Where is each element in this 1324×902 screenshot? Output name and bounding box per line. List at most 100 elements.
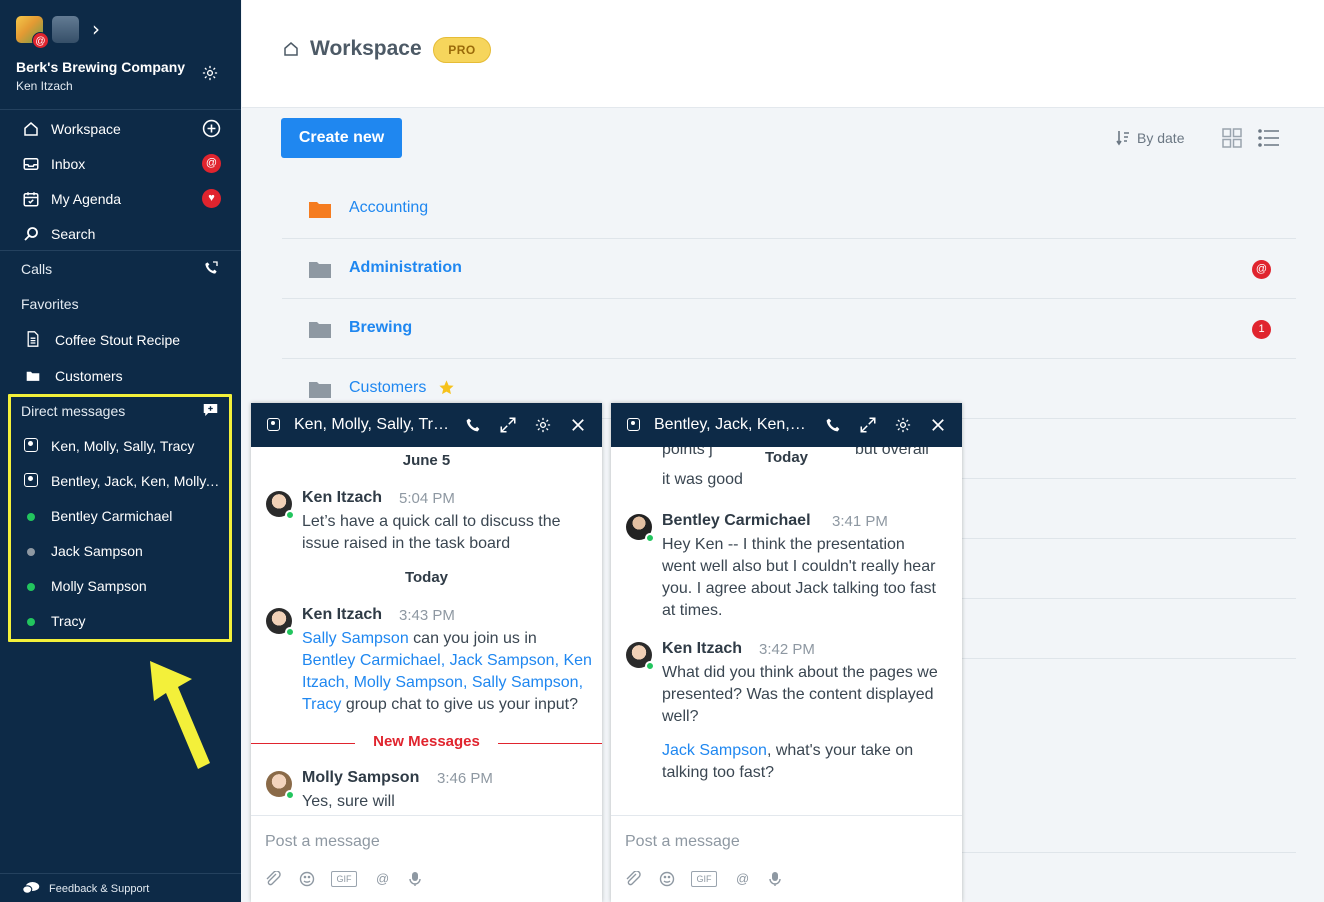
chat-title: Ken, Molly, Sally, Tracy [294,416,454,433]
sidebar-section-favorites: Favorites [0,286,241,321]
folder-name: Brewing [349,319,413,336]
page-title: Workspace [310,37,422,60]
add-icon[interactable] [202,119,221,138]
mention-link[interactable]: Bentley Carmichael [302,652,441,669]
chat-window: Ken, Molly, Sally, Tracy June 5 Ken Itza… [251,403,602,902]
mention-link[interactable]: Jack Sampson [450,652,555,669]
list-view-icon[interactable] [1258,129,1280,147]
avatar[interactable] [626,642,655,671]
expand-icon[interactable] [859,416,877,434]
divider [962,478,1296,479]
new-messages-label: New Messages [373,733,480,750]
online-status-dot [645,661,655,671]
avatar[interactable] [266,491,295,520]
main-header: Workspace PRO [242,0,1324,108]
chat-header[interactable]: Bentley, Jack, Ken, Molly, Sally, Tracy [611,403,962,447]
emoji-icon[interactable] [299,871,315,887]
folder-row[interactable]: Brewing 1 [282,299,1296,359]
group-chat-icon [627,418,640,431]
avatar[interactable] [266,771,295,800]
phone-icon[interactable] [824,416,842,434]
sidebar-item-calls[interactable]: Calls [0,251,241,286]
message-input[interactable]: Post a message [625,833,740,851]
message: Bentley Carmichael 3:41 PM Hey Ken -- I … [611,512,962,632]
grid-view-icon[interactable] [1222,128,1242,148]
feedback-support-link[interactable]: Feedback & Support [0,873,241,902]
message-author[interactable]: Bentley Carmichael [662,512,811,530]
message-author[interactable]: Ken Itzach [302,606,382,624]
inbox-badge: @ [202,154,221,173]
message-time: 3:46 PM [437,770,493,787]
second-workspace-avatar[interactable] [52,16,79,43]
favorites-label: Favorites [21,296,79,312]
microphone-icon[interactable] [409,871,421,887]
gear-icon[interactable] [894,416,912,434]
divider [962,538,1296,539]
sidebar-item-label: Inbox [51,156,86,172]
feedback-label: Feedback & Support [49,883,150,895]
gear-icon[interactable] [201,64,219,82]
create-new-button[interactable]: Create new [281,118,402,158]
sidebar-item-label: Search [51,226,96,242]
chevron-right-icon[interactable]: › [92,17,100,41]
phone-icon[interactable] [203,260,219,276]
folder-name: Accounting [349,199,429,216]
folder-row[interactable]: Accounting [282,179,1296,239]
gear-icon[interactable] [534,416,552,434]
new-messages-divider: New Messages [251,733,602,753]
mention-button[interactable]: @ [376,871,389,887]
message-input[interactable]: Post a message [265,833,380,851]
sidebar-item-workspace[interactable]: Workspace [0,111,241,146]
message: Ken Itzach 5:04 PM Let’s have a quick ca… [251,489,602,559]
mention-link[interactable]: Jack Sampson [662,742,767,759]
mention-link[interactable]: Tracy [302,696,341,713]
gif-button[interactable]: GIF [691,871,717,887]
microphone-icon[interactable] [769,871,781,887]
user-name: Ken Itzach [16,79,73,93]
close-icon[interactable] [569,416,587,434]
company-name: Berk's Brewing Company [16,59,186,75]
mention-badge: @ [32,32,49,49]
close-icon[interactable] [929,416,947,434]
attachment-icon[interactable] [265,871,281,887]
attachment-icon[interactable] [625,871,641,887]
sidebar-item-my-agenda[interactable]: My Agenda ♥ [0,181,241,216]
chat-window: Bentley, Jack, Ken, Molly, Sally, Tracy … [611,403,962,902]
gif-button[interactable]: GIF [331,871,357,887]
emoji-icon[interactable] [659,871,675,887]
sidebar-header: @ › Berk's Brewing Company Ken Itzach [0,0,241,110]
expand-icon[interactable] [499,416,517,434]
sidebar-item-label: Workspace [51,121,121,137]
highlight-box [8,394,232,642]
chat-messages[interactable]: points j but overall it was good Today B… [611,447,962,815]
mention-button[interactable]: @ [736,871,749,887]
star-icon[interactable] [438,379,455,396]
unread-count-badge: 1 [1252,320,1271,339]
message-author[interactable]: Molly Sampson [302,769,419,787]
phone-icon[interactable] [464,416,482,434]
online-status-dot [645,533,655,543]
mention-link[interactable]: Sally Sampson [472,674,579,691]
favorite-label: Customers [55,368,123,384]
favorite-item[interactable]: Coffee Stout Recipe [0,321,241,357]
message-author[interactable]: Ken Itzach [662,640,742,658]
avatar[interactable] [626,514,655,543]
sidebar-item-inbox[interactable]: Inbox @ [0,146,241,181]
folder-row[interactable]: Administration @ [282,239,1296,299]
message-author[interactable]: Ken Itzach [302,489,382,507]
chat-messages[interactable]: June 5 Ken Itzach 5:04 PM Let’s have a q… [251,447,602,815]
avatar[interactable] [266,608,295,637]
mention-link[interactable]: Molly Sampson [354,674,463,691]
sidebar-item-label: My Agenda [51,191,122,207]
group-chat-icon [267,418,280,431]
mention-link[interactable]: Sally Sampson [302,630,409,647]
date-divider: June 5 [251,452,602,469]
favorite-item[interactable]: Customers [0,357,241,393]
chat-header[interactable]: Ken, Molly, Sally, Tracy [251,403,602,447]
message-text: Jack Sampson, what's your take on talkin… [662,742,914,781]
workspace-avatar[interactable]: @ [16,16,49,49]
sort-label: By date [1137,130,1185,146]
message-text: What did you think about the pages we pr… [662,664,938,725]
message-time: 3:43 PM [399,607,455,624]
sidebar-item-search[interactable]: Search [0,216,241,251]
